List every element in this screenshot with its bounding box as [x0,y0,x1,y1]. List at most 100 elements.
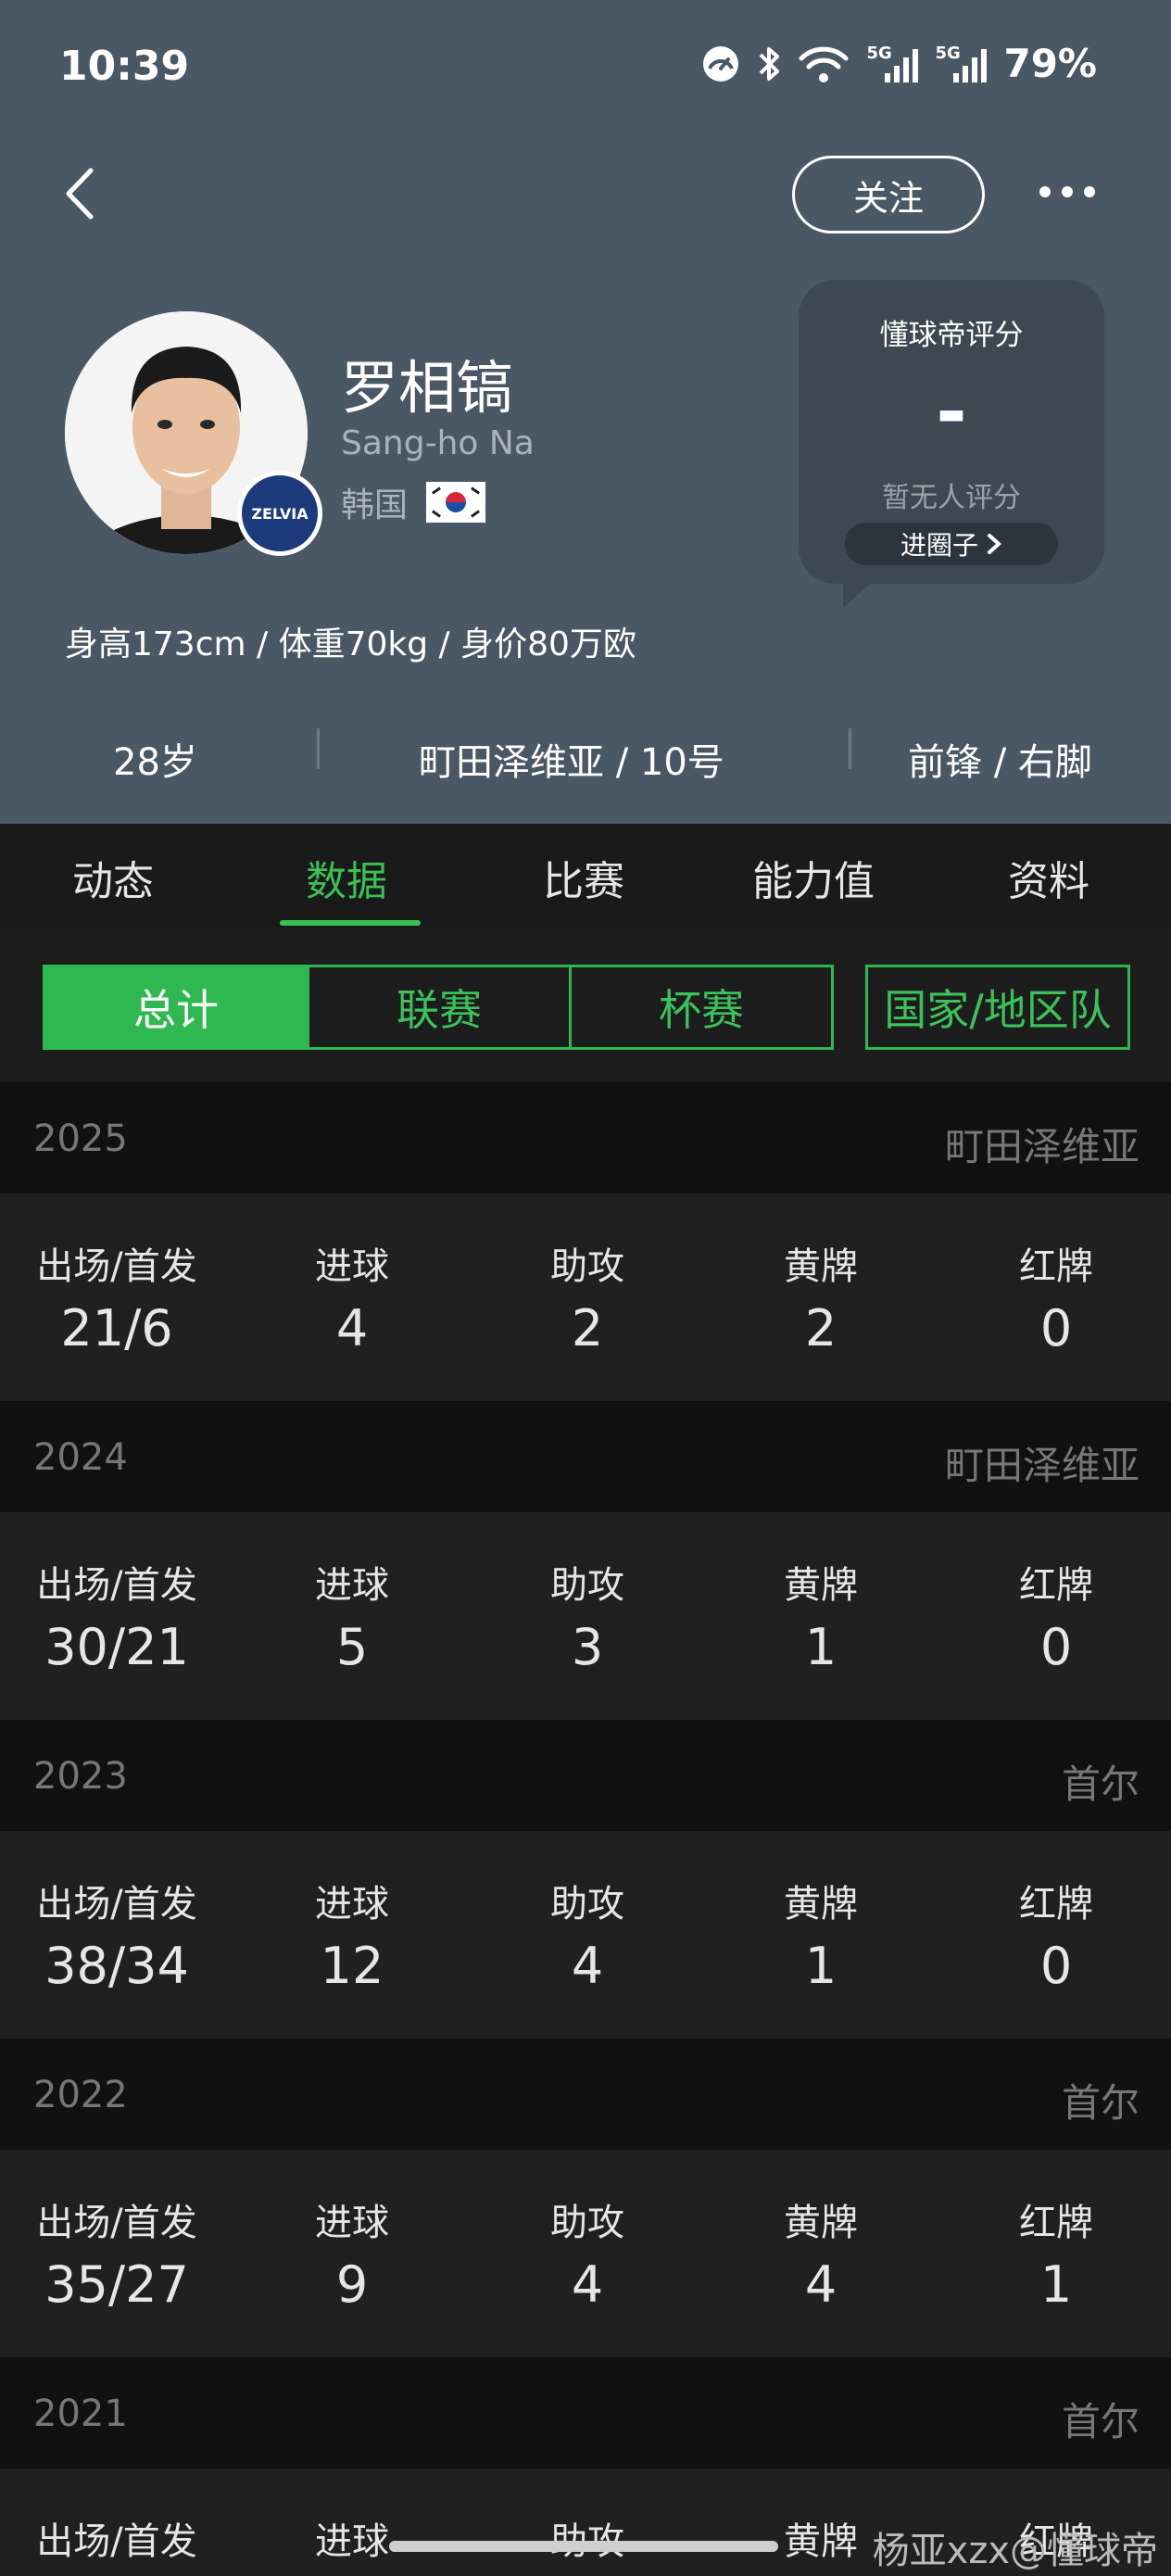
season-header: 2025 町田泽维亚 [0,1082,1171,1193]
tab-data[interactable]: 数据 [306,848,387,907]
season-year: 2022 [33,2074,128,2116]
stat-value: 12 [320,1937,384,1995]
season-year: 2024 [33,1436,128,1479]
player-position-foot: 前锋 / 右脚 [908,741,1092,784]
player-info-row: 28岁 町田泽维亚 / 10号 前锋 / 右脚 [0,719,1171,793]
season-club: 首尔 [1061,2080,1140,2126]
stat-label: 出场/首发 [36,2520,197,2563]
home-indicator[interactable] [389,2541,778,2552]
player-header: 10:39 5G 5G 79% 关注 ZELVIA 罗相镐 Sang-ho Na… [0,0,1171,824]
season-club: 首尔 [1061,2399,1140,2444]
season-club: 首尔 [1061,1762,1140,1807]
rating-value: - [936,369,967,455]
segment-cup[interactable]: 杯赛 [569,965,834,1050]
stat-label: 红牌 [1019,1564,1093,1607]
stat-label: 助攻 [550,2202,624,2244]
stat-label: 进球 [315,2202,389,2244]
status-bar: 10:39 5G 5G 79% [0,0,1171,139]
stat-value: 1 [804,1618,837,1676]
stat-label: 红牌 [1019,1883,1093,1926]
status-icons: 5G 5G 79% [701,41,1097,86]
stat-value: 0 [1039,1299,1073,1357]
stat-value: 38/34 [44,1937,189,1995]
rating-card: 懂球帝评分 - 暂无人评分 进圈子 [799,280,1104,584]
cell-signal-icon: 5G [866,44,919,84]
tab-matches[interactable]: 比赛 [543,848,624,907]
stat-label: 黄牌 [784,1245,858,1288]
season-year: 2025 [33,1118,128,1160]
season-club: 町田泽维亚 [944,1443,1140,1488]
stat-value: 3 [571,1618,604,1676]
stat-value: 0 [1039,1937,1073,1995]
tab-profile[interactable]: 资料 [1008,848,1089,907]
stat-label: 黄牌 [784,2202,858,2244]
speedometer-icon [703,45,739,82]
wifi-icon [799,46,849,82]
season-club: 町田泽维亚 [944,1124,1140,1169]
bluetooth-icon [760,46,780,81]
info-divider [317,728,320,769]
season-stats-row: 出场/首发 30/21 进球 5 助攻 3 黄牌 1 红牌 0 [0,1512,1171,1720]
stat-value: 0 [1039,1618,1073,1676]
stat-label: 进球 [315,1564,389,1607]
join-circle-button[interactable]: 进圈子 [845,523,1058,565]
korea-flag-icon [426,482,486,523]
stat-value: 4 [571,1937,604,1995]
club-badge: ZELVIA [237,471,322,556]
main-tabs: 动态 数据 比赛 能力值 资料 [0,824,1171,928]
stat-label: 进球 [315,1883,389,1926]
stat-value: 1 [804,1937,837,1995]
follow-button[interactable]: 关注 [792,156,985,234]
season-header: 2021 首尔 [0,2357,1171,2469]
rating-bubble-tail [843,567,889,608]
stat-label: 进球 [315,1245,389,1288]
watermark-text: 杨亚xzx@懂球帝 [872,2530,1158,2572]
tab-ability[interactable]: 能力值 [752,848,875,907]
stat-label: 助攻 [550,1245,624,1288]
season-year: 2023 [33,1755,128,1798]
stat-value: 2 [804,1299,837,1357]
player-club-number: 町田泽维亚 / 10号 [419,741,724,784]
stat-value: 9 [335,2255,369,2314]
segment-national-team[interactable]: 国家/地区队 [865,965,1130,1050]
stat-filter-bar: 总计 联赛 杯赛 国家/地区队 [0,928,1171,1081]
rating-note: 暂无人评分 [882,482,1021,514]
stat-value: 35/27 [44,2255,189,2314]
body-stats: 身高173cm / 体重70kg / 身价80万欧 [65,625,636,663]
player-age: 28岁 [113,741,197,784]
stat-label: 黄牌 [784,1883,858,1926]
season-header: 2022 首尔 [0,2039,1171,2150]
stat-value: 1 [1039,2255,1073,2314]
stat-label: 出场/首发 [36,1883,197,1926]
season-header: 2024 町田泽维亚 [0,1401,1171,1512]
join-circle-label: 进圈子 [900,530,978,561]
chevron-right-icon [988,534,1001,554]
active-tab-indicator [280,920,421,926]
club-badge-text: ZELVIA [251,504,308,523]
stat-label: 红牌 [1019,1245,1093,1288]
stat-value: 4 [571,2255,604,2314]
more-menu-icon[interactable] [1039,182,1101,202]
season-year: 2021 [33,2393,128,2435]
stat-value: 21/6 [60,1299,173,1357]
info-divider [849,728,851,769]
stat-label: 进球 [315,2520,389,2563]
stat-label: 出场/首发 [36,1245,197,1288]
segment-total[interactable]: 总计 [43,965,309,1050]
tab-news[interactable]: 动态 [72,848,154,907]
player-nationality: 韩国 [341,478,486,526]
player-name-english: Sang-ho Na [341,424,535,462]
stat-value: 4 [804,2255,837,2314]
stat-value: 30/21 [44,1618,189,1676]
season-header: 2023 首尔 [0,1720,1171,1831]
stat-label: 助攻 [550,1883,624,1926]
back-arrow-icon[interactable] [57,165,102,222]
stat-label: 出场/首发 [36,1564,197,1607]
stat-value: 4 [335,1299,369,1357]
segment-league[interactable]: 联赛 [307,965,572,1050]
season-stats-row: 出场/首发 21/6 进球 4 助攻 2 黄牌 2 红牌 0 [0,1193,1171,1401]
stat-label: 助攻 [476,2511,699,2565]
stat-value: 5 [335,1618,369,1676]
battery-percent: 79% [1003,41,1097,86]
stat-value: 2 [571,1299,604,1357]
